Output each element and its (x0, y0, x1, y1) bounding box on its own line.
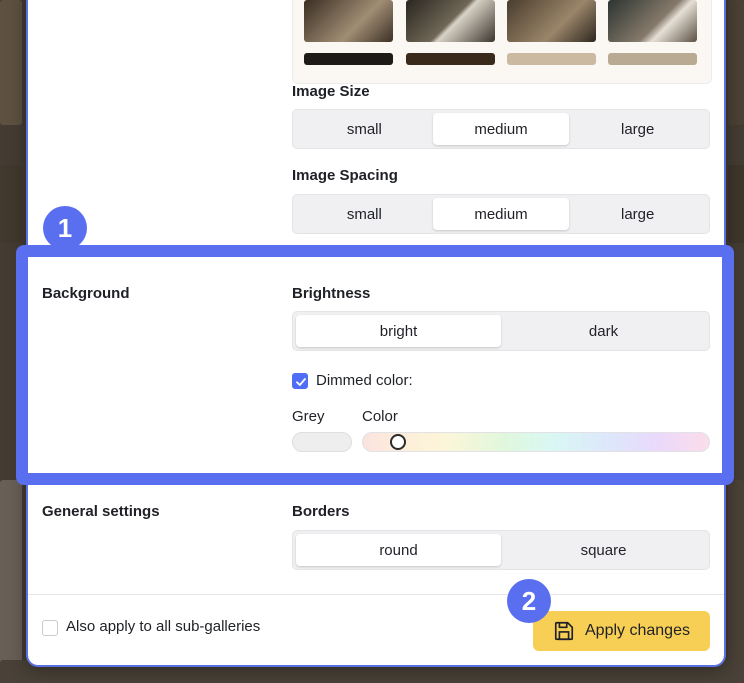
image-spacing-small[interactable]: small (296, 198, 433, 230)
floppy-disk-icon (554, 621, 574, 641)
image-size-segmented: small medium large (292, 109, 710, 149)
thumbnail-strip (292, 0, 712, 84)
image-spacing-large[interactable]: large (569, 198, 706, 230)
thumbnail[interactable] (608, 53, 697, 65)
borders-segmented: round square (292, 530, 710, 570)
image-spacing-segmented: small medium large (292, 194, 710, 234)
image-size-small[interactable]: small (296, 113, 433, 145)
image-size-large[interactable]: large (569, 113, 706, 145)
thumbnail[interactable] (507, 0, 596, 42)
image-spacing-label: Image Spacing (292, 167, 398, 184)
color-label: Color (362, 408, 398, 425)
borders-round[interactable]: round (296, 534, 501, 566)
dimmed-color-checkbox[interactable] (292, 373, 308, 389)
apply-changes-label: Apply changes (585, 622, 690, 639)
image-spacing-medium[interactable]: medium (432, 198, 570, 230)
step-badge-2: 2 (507, 579, 551, 623)
thumbnail[interactable] (304, 0, 393, 42)
apply-sub-galleries-label: Also apply to all sub-galleries (66, 618, 261, 635)
thumbnail[interactable] (507, 53, 596, 65)
image-size-label: Image Size (292, 83, 370, 100)
footer-divider (28, 594, 724, 595)
background-section-title: Background (42, 285, 130, 302)
image-size-medium[interactable]: medium (432, 113, 570, 145)
color-slider-thumb[interactable] (390, 434, 406, 450)
borders-label: Borders (292, 503, 350, 520)
borders-square[interactable]: square (501, 534, 706, 566)
thumbnail[interactable] (608, 0, 697, 42)
thumbnail[interactable] (304, 53, 393, 65)
brightness-label: Brightness (292, 285, 371, 302)
grey-label: Grey (292, 408, 325, 425)
grey-swatch[interactable] (292, 432, 352, 452)
apply-changes-button[interactable]: Apply changes (533, 611, 710, 651)
thumbnail[interactable] (406, 53, 495, 65)
brightness-bright[interactable]: bright (296, 315, 501, 347)
thumbnail[interactable] (406, 0, 495, 42)
general-settings-section-title: General settings (42, 503, 160, 520)
color-slider[interactable] (362, 432, 710, 452)
checkmark-icon (296, 378, 306, 386)
apply-sub-galleries-checkbox[interactable] (42, 620, 58, 636)
step-badge-1: 1 (43, 206, 87, 250)
brightness-segmented: bright dark (292, 311, 710, 351)
brightness-dark[interactable]: dark (501, 315, 706, 347)
dimmed-color-label: Dimmed color: (316, 372, 413, 389)
